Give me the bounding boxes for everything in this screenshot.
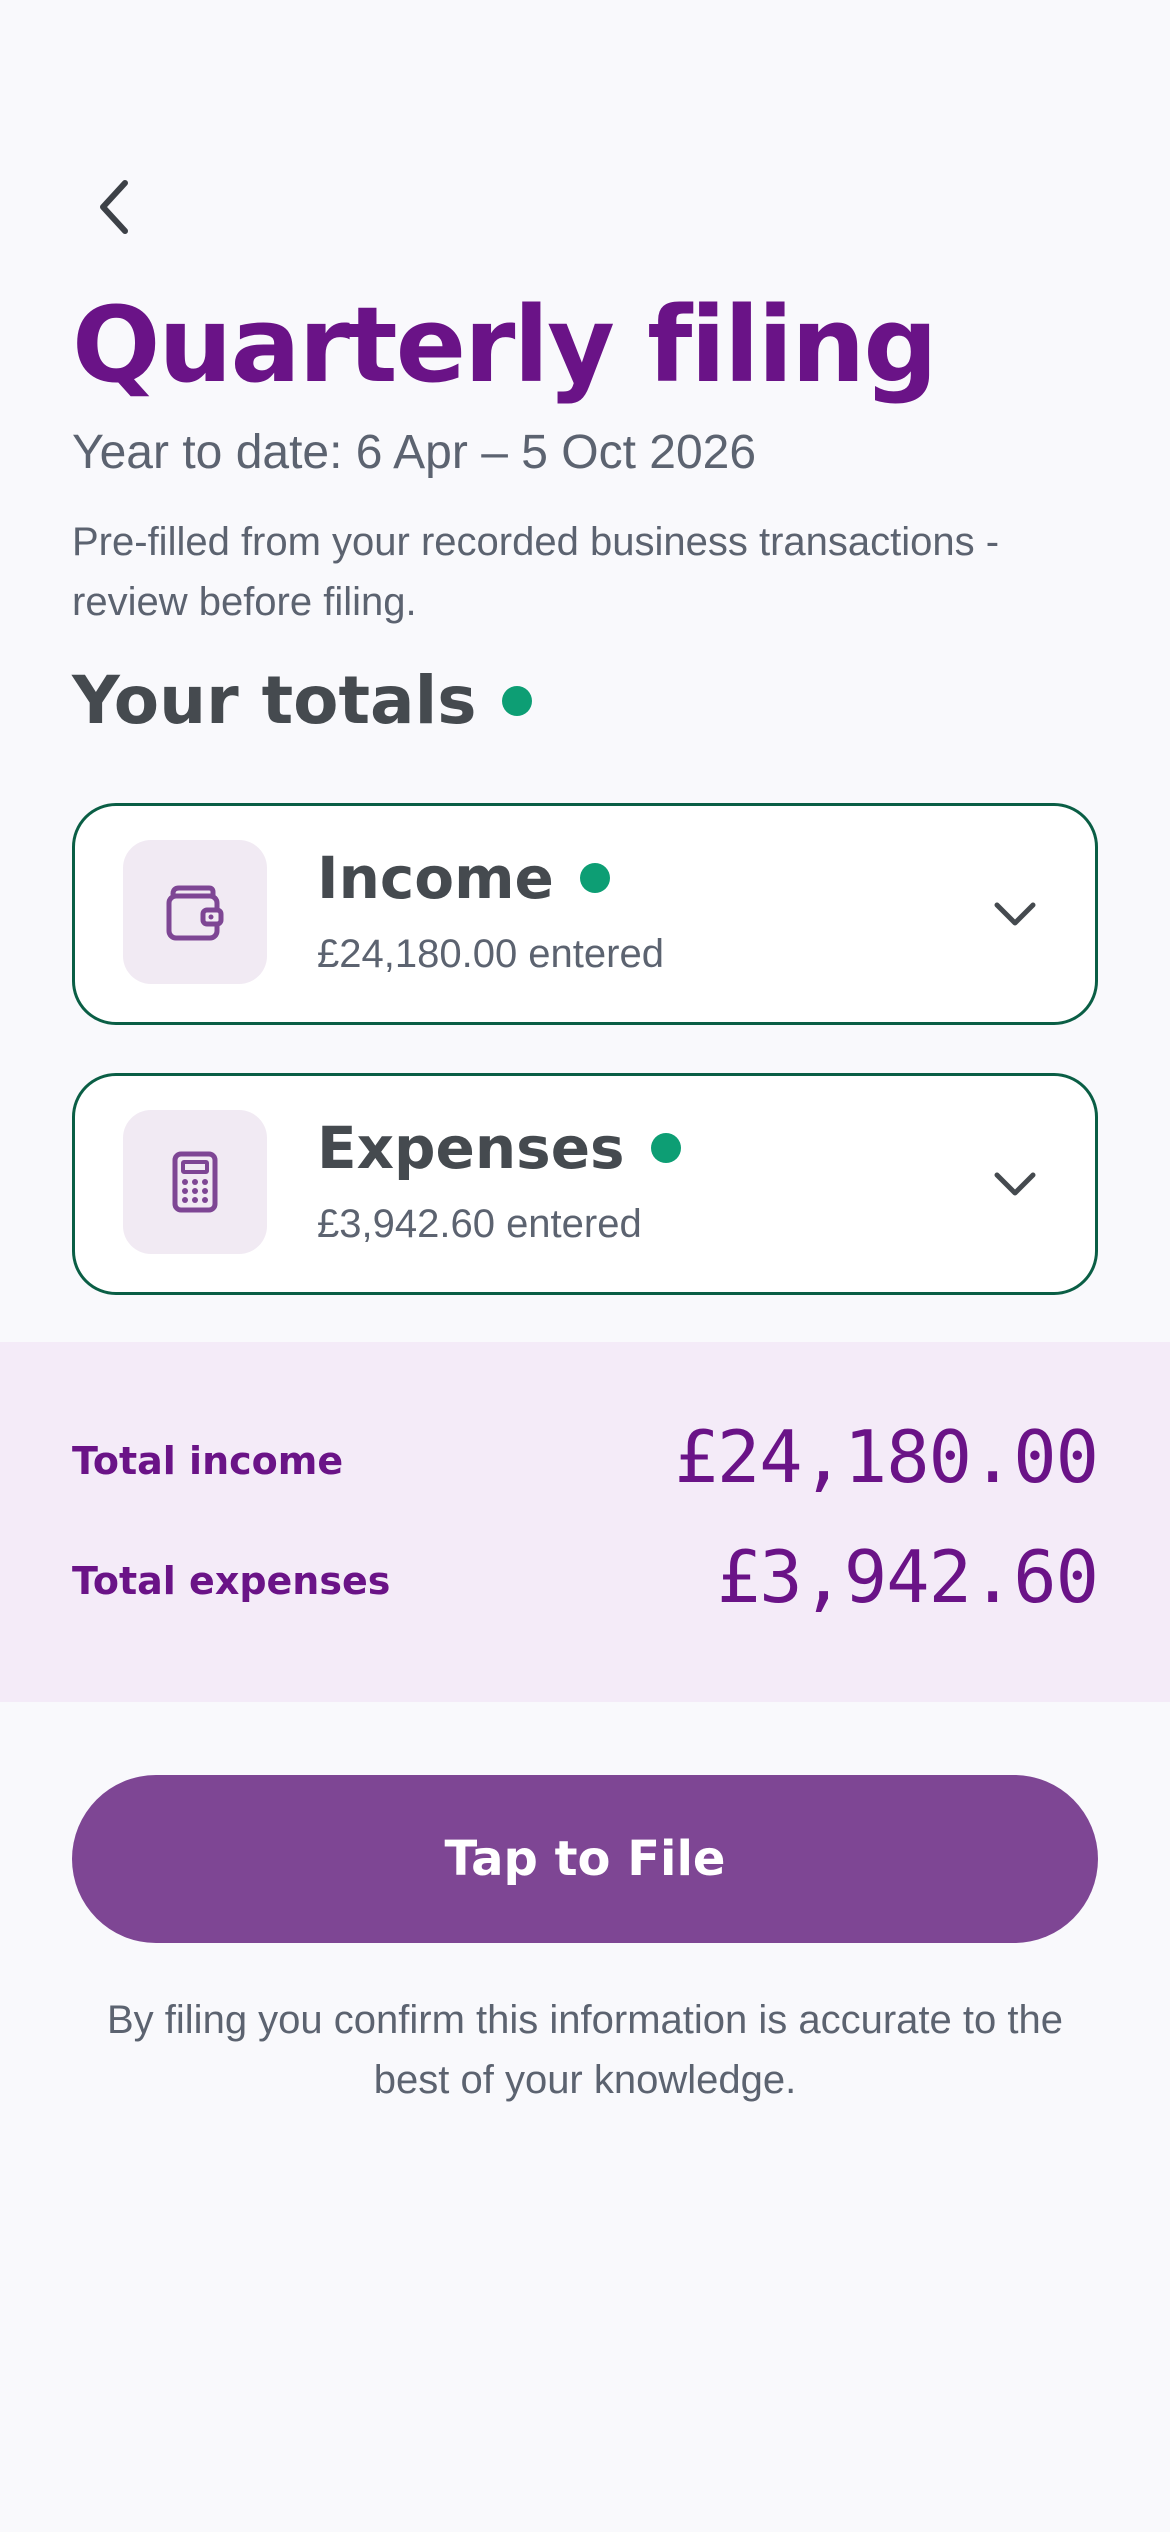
expenses-status-dot (650, 1133, 681, 1163)
wallet-icon (123, 840, 267, 984)
filing-disclaimer: By filing you confirm this information i… (107, 1998, 1063, 2102)
prefill-description: Pre-filled from your recorded business t… (72, 520, 1000, 624)
income-card[interactable]: Income £24,180.00 entered (72, 803, 1098, 1025)
expenses-expand-button[interactable] (987, 1156, 1043, 1212)
calculator-icon (123, 1110, 267, 1254)
chevron-down-icon (994, 902, 1036, 926)
expenses-title-label: Expenses (317, 1114, 625, 1182)
income-title: Income (317, 844, 610, 912)
back-button[interactable] (80, 172, 150, 242)
totals-heading-label: Your totals (72, 662, 477, 739)
expenses-title: Expenses (317, 1114, 681, 1182)
expenses-entered: £3,942.60 entered (317, 1202, 642, 1246)
status-dot (502, 685, 533, 716)
income-title-label: Income (317, 844, 554, 912)
date-range-subtitle: Year to date: 6 Apr – 5 Oct 2026 (72, 426, 757, 479)
total-expenses-label: Total expenses (72, 1559, 391, 1603)
totals-summary-panel (0, 1342, 1170, 1702)
expenses-card[interactable]: Expenses £3,942.60 entered (72, 1073, 1098, 1295)
total-expenses-value: £3,942.60 (716, 1535, 1099, 1619)
page-title: Quarterly filing (72, 284, 938, 406)
chevron-down-icon (994, 1172, 1036, 1196)
income-expand-button[interactable] (987, 886, 1043, 942)
chevron-left-icon (100, 180, 128, 234)
tap-to-file-button[interactable]: Tap to File (72, 1775, 1098, 1943)
income-entered: £24,180.00 entered (317, 932, 664, 976)
quarterly-filing-screen: Quarterly filing Year to date: 6 Apr – 5… (0, 0, 1170, 2532)
total-income-value: £24,180.00 (674, 1415, 1099, 1499)
totals-heading: Your totals (72, 662, 533, 739)
total-income-label: Total income (72, 1439, 344, 1483)
income-status-dot (579, 863, 610, 893)
